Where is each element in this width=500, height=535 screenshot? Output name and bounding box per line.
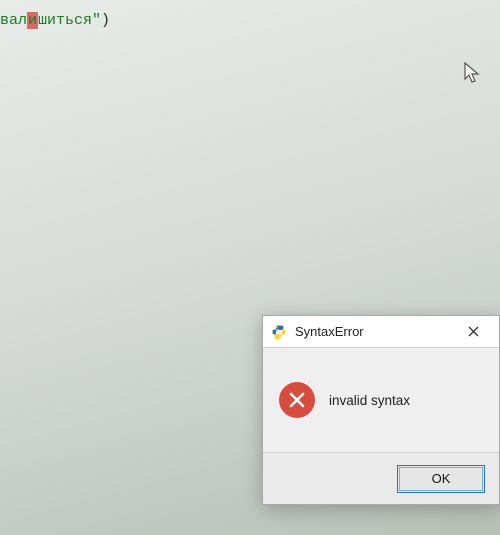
close-icon [468,326,479,337]
dialog-button-row: OK [263,452,499,504]
dialog-titlebar[interactable]: SyntaxError [263,316,499,348]
dialog-title: SyntaxError [295,324,453,339]
dialog-body: invalid syntax [263,348,499,452]
dialog-message: invalid syntax [329,393,410,408]
code-editor[interactable]: валишиться") [0,0,500,60]
caret-position: и [27,12,38,29]
string-fragment-before: вал [0,12,27,29]
error-dialog: SyntaxError invalid syntax OK [262,315,500,505]
closing-paren: ) [101,12,110,29]
error-cross-icon [279,382,315,418]
cursor-arrow-icon [464,62,482,86]
close-button[interactable] [453,318,493,346]
string-fragment-after: шиться" [38,12,101,29]
python-icon [271,324,287,340]
ok-button[interactable]: OK [397,465,485,493]
